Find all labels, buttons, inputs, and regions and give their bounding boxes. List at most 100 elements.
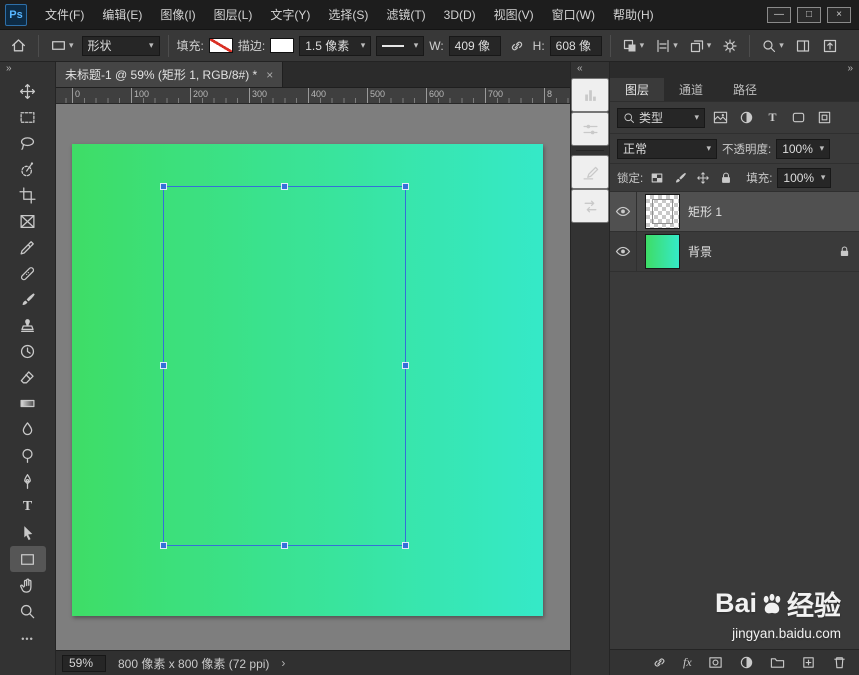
tab-paths[interactable]: 路径 — [718, 78, 772, 101]
zoom-tool[interactable] — [0, 598, 55, 624]
blur-tool[interactable] — [0, 416, 55, 442]
dock-double-arrow-panel-button[interactable] — [571, 189, 609, 223]
tool-mode-select[interactable]: 形状 ▾ — [81, 35, 160, 56]
layer-name[interactable]: 背景 — [688, 243, 838, 260]
layer-style-button[interactable]: fx — [683, 655, 692, 670]
layer-filter-select[interactable]: 类型 ▾ — [617, 107, 705, 128]
path-arrangement-button[interactable]: ▾ — [686, 36, 715, 56]
link-dimensions-button[interactable] — [506, 36, 528, 56]
menu-layer[interactable]: 图层(L) — [206, 0, 261, 30]
menu-window[interactable]: 窗口(W) — [544, 0, 603, 30]
path-operations-button[interactable]: ▾ — [619, 36, 648, 56]
visibility-toggle[interactable] — [610, 232, 637, 271]
shape-handle-middle-right[interactable] — [402, 362, 409, 369]
lock-all-button[interactable] — [717, 169, 735, 186]
crop-tool[interactable] — [0, 182, 55, 208]
panel-collapse-button[interactable]: » — [610, 62, 859, 78]
shape-handle-bottom-middle[interactable] — [280, 542, 288, 549]
dock-collapse-button[interactable]: « — [571, 62, 609, 78]
rectangular-marquee-tool[interactable] — [0, 104, 55, 130]
gradient-tool[interactable] — [0, 390, 55, 416]
filter-adjustment-layers-button[interactable] — [736, 108, 757, 127]
menu-help[interactable]: 帮助(H) — [605, 0, 662, 30]
filter-shape-layers-button[interactable] — [788, 108, 809, 127]
height-input[interactable]: 608 像 — [549, 35, 602, 56]
filter-pixel-layers-button[interactable] — [710, 108, 731, 127]
tab-layers[interactable]: 图层 — [610, 78, 665, 101]
width-input[interactable]: 409 像 — [448, 35, 501, 56]
clone-stamp-tool[interactable] — [0, 312, 55, 338]
dodge-tool[interactable] — [0, 442, 55, 468]
layer-row-rectangle-1[interactable]: 矩形 1 — [610, 192, 859, 232]
toolbar-collapse-button[interactable]: » — [0, 62, 55, 78]
status-chevron-icon[interactable]: › — [281, 656, 285, 670]
search-button[interactable]: ▾ — [758, 36, 787, 56]
fill-input[interactable]: 100% ▾ — [777, 167, 832, 188]
tab-close-icon[interactable]: × — [266, 68, 273, 82]
layer-name[interactable]: 矩形 1 — [688, 203, 851, 220]
link-layers-button[interactable] — [652, 655, 667, 670]
hand-tool[interactable] — [0, 572, 55, 598]
menu-view[interactable]: 视图(V) — [486, 0, 542, 30]
visibility-toggle[interactable] — [610, 192, 637, 231]
tab-channels[interactable]: 通道 — [664, 78, 718, 101]
shape-handle-top-middle[interactable] — [280, 183, 288, 190]
dock-sliders-panel-button[interactable] — [571, 112, 609, 146]
stroke-type-select[interactable]: ▾ — [376, 35, 425, 56]
lock-transparency-button[interactable] — [648, 169, 666, 186]
brush-tool[interactable] — [0, 286, 55, 312]
shape-settings-button[interactable] — [719, 36, 741, 56]
healing-brush-tool[interactable] — [0, 260, 55, 286]
document-tab[interactable]: 未标题-1 @ 59% (矩形 1, RGB/8#) * × — [56, 62, 284, 87]
path-alignment-button[interactable]: ▾ — [652, 36, 681, 56]
add-layer-mask-button[interactable] — [708, 655, 723, 670]
maximize-button[interactable]: □ — [797, 6, 821, 23]
shape-handle-middle-left[interactable] — [160, 362, 167, 369]
history-brush-tool[interactable] — [0, 338, 55, 364]
zoom-level-input[interactable]: 59% — [62, 654, 106, 672]
path-selection-tool[interactable] — [0, 520, 55, 546]
dock-bars-panel-button[interactable] — [571, 78, 609, 112]
delete-layer-button[interactable] — [832, 655, 847, 670]
rectangle-shape-path[interactable] — [160, 183, 409, 549]
shape-handle-bottom-right[interactable] — [402, 542, 409, 549]
filter-smart-objects-button[interactable] — [814, 108, 835, 127]
move-tool[interactable] — [0, 78, 55, 104]
rectangle-tool[interactable] — [9, 546, 46, 572]
layer-thumbnail[interactable] — [645, 234, 680, 269]
new-layer-button[interactable] — [801, 655, 816, 670]
layer-row-background[interactable]: 背景 — [610, 232, 859, 272]
filter-type-layers-button[interactable]: T — [762, 108, 783, 127]
minimize-button[interactable]: — — [767, 6, 791, 23]
pen-tool[interactable] — [0, 468, 55, 494]
dock-pencil-panel-button[interactable] — [571, 155, 609, 189]
home-button[interactable] — [7, 35, 30, 56]
menu-image[interactable]: 图像(I) — [152, 0, 203, 30]
tool-preset-button[interactable]: ▾ — [47, 35, 77, 56]
new-adjustment-layer-button[interactable] — [739, 655, 754, 670]
new-group-button[interactable] — [770, 655, 785, 670]
eyedropper-tool[interactable] — [0, 234, 55, 260]
stroke-swatch[interactable] — [270, 38, 295, 53]
menu-type[interactable]: 文字(Y) — [262, 0, 318, 30]
type-tool[interactable]: T — [0, 494, 55, 520]
workspace-button[interactable] — [819, 36, 841, 56]
menu-edit[interactable]: 编辑(E) — [94, 0, 150, 30]
quick-selection-tool[interactable] — [0, 156, 55, 182]
shape-handle-bottom-left[interactable] — [160, 542, 167, 549]
shape-handle-top-right[interactable] — [402, 183, 409, 190]
menu-3d[interactable]: 3D(D) — [436, 0, 484, 30]
shape-handle-top-left[interactable] — [160, 183, 167, 190]
edit-toolbar-button[interactable]: ••• — [0, 626, 55, 652]
opacity-input[interactable]: 100% ▾ — [776, 138, 831, 159]
canvas-pasteboard[interactable] — [56, 104, 570, 650]
lock-image-button[interactable] — [671, 169, 689, 186]
layer-thumbnail[interactable] — [645, 194, 680, 229]
menu-filter[interactable]: 滤镜(T) — [378, 0, 433, 30]
frame-tool[interactable] — [0, 208, 55, 234]
fill-swatch[interactable] — [208, 38, 233, 53]
close-button[interactable]: × — [827, 6, 851, 23]
lock-position-button[interactable] — [694, 169, 712, 186]
canvas-image[interactable] — [72, 144, 543, 616]
menu-select[interactable]: 选择(S) — [320, 0, 376, 30]
